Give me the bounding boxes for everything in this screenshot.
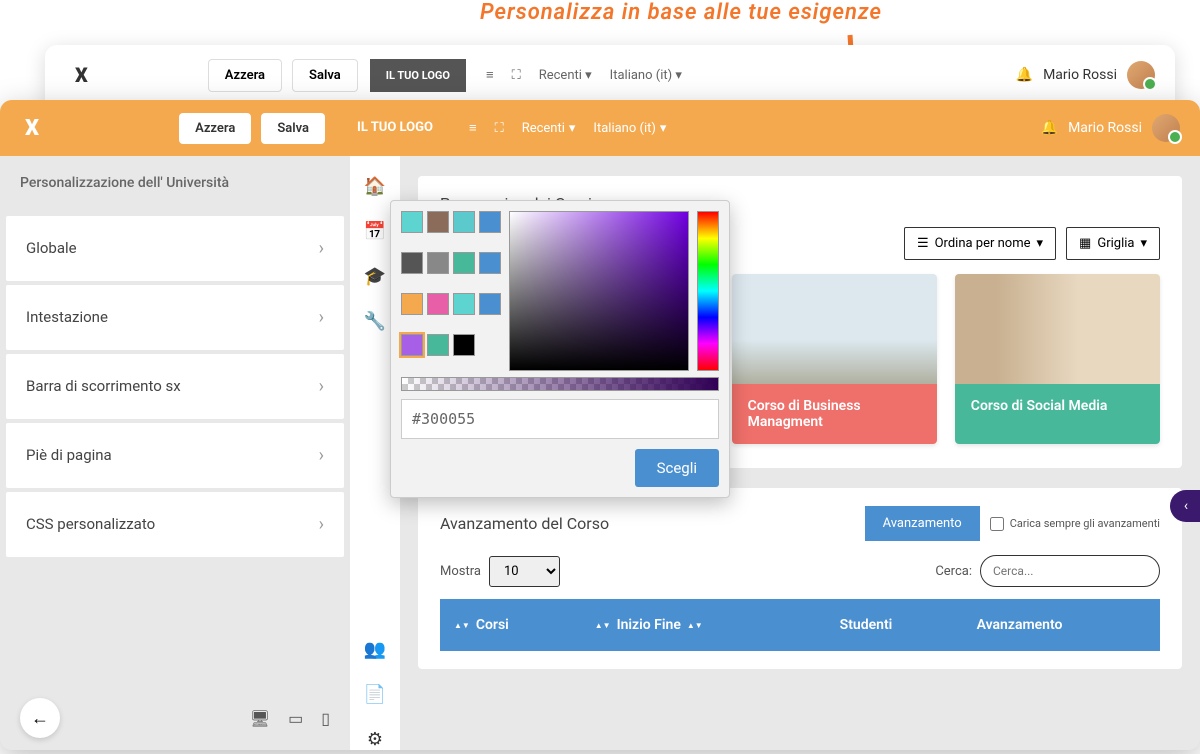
save-button[interactable]: Salva (261, 113, 325, 144)
color-picker: Scegli (390, 200, 730, 498)
reset-button-back[interactable]: Azzera (208, 59, 282, 92)
chevron-right-icon: › (319, 514, 324, 535)
gear-icon[interactable]: ⚙ (367, 729, 383, 750)
reset-button[interactable]: Azzera (179, 113, 251, 144)
chevron-right-icon: › (319, 445, 324, 466)
logo-placeholder: IL TUO LOGO (341, 111, 449, 145)
mobile-icon[interactable]: ▯ (321, 709, 330, 728)
language-dropdown[interactable]: Italiano (it) ▾ (593, 121, 666, 136)
desktop-icon[interactable]: 🖥 (250, 709, 270, 728)
color-swatch[interactable] (453, 211, 475, 233)
always-load-checkbox[interactable]: Carica sempre gli avanzamenti (990, 517, 1160, 531)
back-button[interactable]: ← (20, 698, 60, 738)
color-swatches (401, 211, 501, 371)
show-label: Mostra (440, 564, 481, 579)
graduation-icon[interactable]: 🎓 (364, 266, 386, 287)
logo-x: X (25, 116, 39, 141)
col-progress[interactable]: Avanzamento (965, 601, 1158, 649)
recent-dropdown[interactable]: Recenti ▾ (539, 68, 592, 83)
color-swatch[interactable] (427, 252, 449, 274)
search-label: Cerca: (935, 564, 972, 579)
fullscreen-icon[interactable]: ⛶ (495, 121, 504, 136)
home-icon[interactable]: 🏠 (364, 176, 386, 197)
side-toggle[interactable]: ‹ (1170, 490, 1200, 522)
menu-icon[interactable]: ≡ (469, 120, 477, 136)
wrench-icon[interactable]: 🔧 (364, 311, 386, 332)
color-swatch[interactable] (401, 334, 423, 356)
sort-dropdown[interactable]: ☰ Ordina per nome ▾ (904, 227, 1056, 260)
annotation-text: Personalizza in base alle tue esigenze (480, 0, 882, 25)
color-swatch[interactable] (453, 293, 475, 315)
document-icon[interactable]: 📄 (364, 684, 386, 705)
color-swatch[interactable] (453, 252, 475, 274)
color-swatch[interactable] (479, 252, 501, 274)
col-courses[interactable]: ▲▼Corsi (442, 601, 581, 649)
hue-slider[interactable] (697, 211, 719, 371)
language-dropdown[interactable]: Italiano (it) ▾ (610, 68, 682, 83)
community-icon[interactable]: 👥 (364, 639, 386, 660)
card-title: Corso di Social Media (955, 384, 1160, 444)
sidebar-item-css[interactable]: CSS personalizzato› (6, 492, 344, 557)
calendar-icon[interactable]: 📅 (364, 221, 386, 242)
col-dates[interactable]: ▲▼Inizio Fine▲▼ (583, 601, 826, 649)
sidebar: Personalizzazione dell' Università Globa… (0, 156, 350, 750)
sidebar-item-global[interactable]: Globale› (6, 216, 344, 281)
color-swatch[interactable] (479, 293, 501, 315)
card-image (732, 274, 937, 384)
sidebar-item-scrollbar[interactable]: Barra di scorrimento sx› (6, 354, 344, 419)
avatar[interactable] (1127, 61, 1155, 89)
search-input[interactable] (980, 555, 1160, 587)
username[interactable]: Mario Rossi (1043, 67, 1117, 83)
bell-icon[interactable]: 🔔 (1041, 120, 1058, 136)
sidebar-title: Personalizzazione dell' Università (0, 156, 350, 212)
username[interactable]: Mario Rossi (1068, 120, 1142, 136)
card-image (955, 274, 1160, 384)
logo-x-back: X (75, 63, 88, 87)
color-swatch[interactable] (427, 293, 449, 315)
chevron-right-icon: › (319, 307, 324, 328)
sidebar-item-header[interactable]: Intestazione› (6, 285, 344, 350)
col-students[interactable]: Studenti (828, 601, 963, 649)
bell-icon[interactable]: 🔔 (1016, 67, 1033, 83)
color-swatch[interactable] (401, 211, 423, 233)
recent-dropdown[interactable]: Recenti ▾ (522, 121, 576, 136)
save-button-back[interactable]: Salva (292, 59, 358, 92)
progress-table: ▲▼Corsi ▲▼Inizio Fine▲▼ Studenti Avanzam… (440, 599, 1160, 651)
color-swatch[interactable] (427, 334, 449, 356)
color-swatch[interactable] (401, 293, 423, 315)
progress-panel: Avanzamento del Corso Avanzamento Carica… (418, 488, 1182, 669)
show-select[interactable]: 10 (489, 556, 560, 587)
sidebar-item-footer[interactable]: Piè di pagina› (6, 423, 344, 488)
color-swatch[interactable] (479, 211, 501, 233)
color-swatch[interactable] (453, 334, 475, 356)
tablet-icon[interactable]: ▭ (288, 709, 303, 728)
progress-title: Avanzamento del Corso (440, 514, 609, 533)
color-swatch[interactable] (427, 211, 449, 233)
color-swatch[interactable] (401, 252, 423, 274)
sidebar-footer: ← 🖥 ▭ ▯ (20, 698, 330, 738)
chevron-right-icon: › (319, 376, 324, 397)
menu-icon[interactable]: ≡ (486, 67, 494, 83)
chevron-right-icon: › (319, 238, 324, 259)
card-title: Corso di Business Managment (732, 384, 937, 444)
avatar[interactable] (1152, 114, 1180, 142)
hex-input[interactable] (401, 399, 719, 439)
back-window-header: X Azzera Salva IL TUO LOGO ≡ ⛶ Recenti ▾… (45, 45, 1175, 105)
course-card-business[interactable]: Corso di Business Managment (732, 274, 937, 444)
alpha-slider[interactable] (401, 377, 719, 391)
course-card-social[interactable]: Corso di Social Media (955, 274, 1160, 444)
gradient-area[interactable] (509, 211, 689, 371)
header: X Azzera Salva IL TUO LOGO ≡ ⛶ Recenti ▾… (0, 100, 1200, 156)
choose-button[interactable]: Scegli (635, 449, 719, 487)
logo-placeholder-back: IL TUO LOGO (370, 59, 466, 92)
fullscreen-icon[interactable]: ⛶ (512, 68, 521, 83)
progress-button[interactable]: Avanzamento (865, 506, 980, 541)
view-dropdown[interactable]: ▦ Griglia ▾ (1066, 227, 1160, 260)
